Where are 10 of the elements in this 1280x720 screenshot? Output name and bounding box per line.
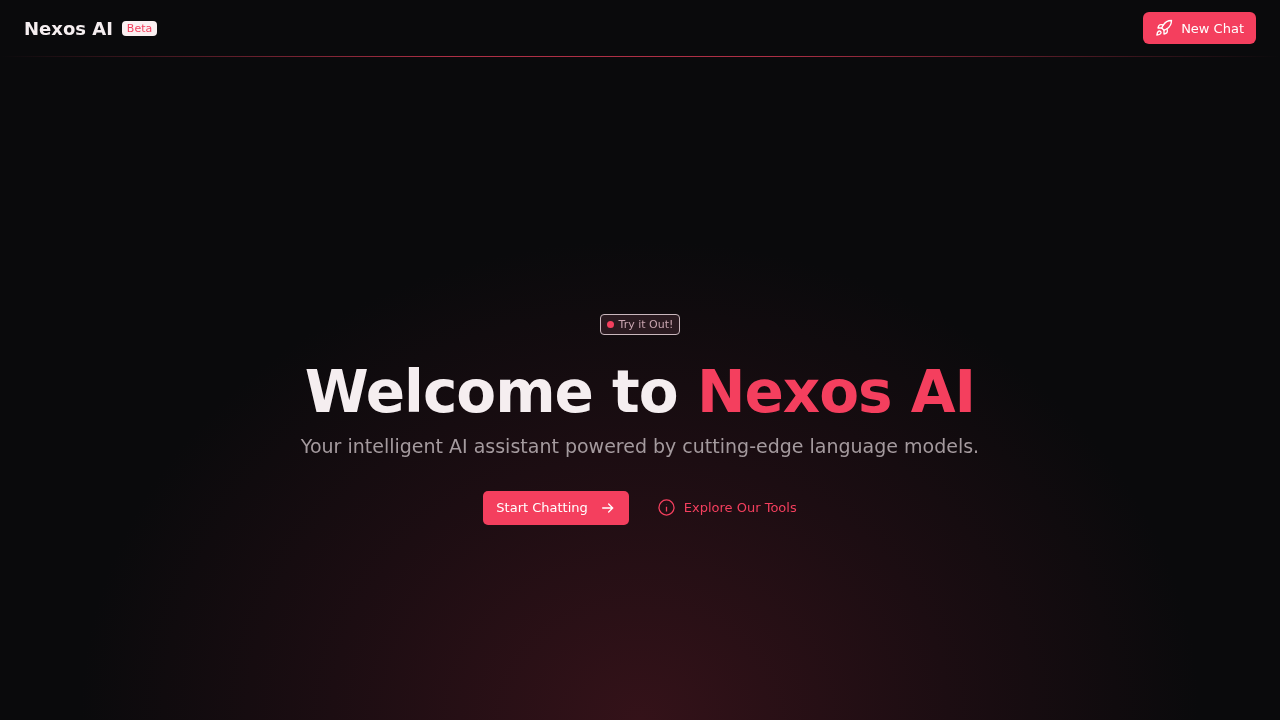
new-chat-button[interactable]: New Chat [1143,12,1256,44]
hero-title: Welcome to Nexos AI [304,361,976,425]
rocket-icon [1155,19,1174,37]
hero-subtitle: Your intelligent AI assistant powered by cutting-edge language models. [300,434,980,457]
info-icon [656,498,676,518]
start-chatting-button[interactable]: Start Chatting [483,490,629,525]
explore-tools-link[interactable]: Explore Our Tools [656,498,797,518]
try-it-badge: Try it Out! [599,314,681,335]
brand-name: Nexos AI [24,17,113,39]
beta-badge: Beta [121,20,158,36]
